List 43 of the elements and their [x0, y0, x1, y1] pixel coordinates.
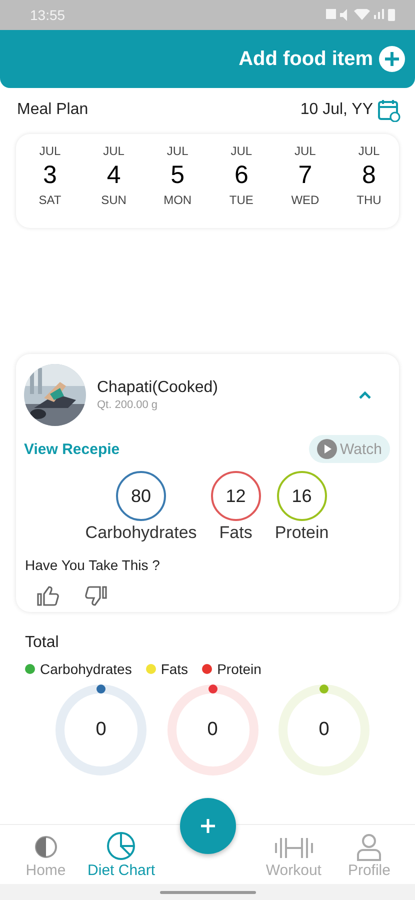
wifi-icon	[354, 9, 370, 20]
date-item[interactable]: JUL 8 THU	[344, 144, 393, 218]
view-recipe-link[interactable]: View Recepie	[24, 440, 120, 458]
section-title: Meal Plan	[17, 101, 88, 119]
nav-tab[interactable]: Workout	[256, 825, 332, 885]
date-item[interactable]: JUL 6 TUE	[217, 144, 266, 218]
date-item[interactable]: JUL 4 SUN	[90, 144, 138, 218]
user-icon	[355, 832, 384, 862]
battery-icon	[388, 9, 395, 21]
date-item[interactable]: JUL 7 WED	[281, 144, 330, 218]
macro-value: 80	[116, 471, 166, 521]
mute-icon	[340, 9, 350, 21]
date-item[interactable]: JUL 3 SAT	[26, 144, 74, 218]
play-icon	[317, 439, 338, 459]
macro-value: 12	[210, 471, 261, 521]
ring-value: 0	[318, 718, 330, 742]
legend-label: Carbohydrates	[40, 661, 132, 677]
food-name: Chapati(Cooked)	[97, 379, 219, 397]
total-title: Total	[25, 634, 60, 652]
macro-label: Fats	[219, 523, 252, 543]
nav-tab[interactable]: Home	[8, 825, 84, 885]
signal-icon	[374, 9, 384, 19]
plus-icon	[379, 46, 405, 72]
nav-tab[interactable]: Diet Chart	[84, 825, 160, 885]
macro-label: Carbohydrates	[85, 523, 197, 543]
question-text: Have You Take This ?	[25, 557, 161, 573]
food-quantity: Qt. 200.00 g	[97, 399, 159, 411]
legend-label: Protein	[217, 661, 262, 677]
add-food-button[interactable]: Add food item	[238, 46, 405, 72]
plus-icon	[199, 817, 217, 835]
pie-chart-icon	[105, 830, 138, 862]
macro-label: Protein	[274, 523, 329, 543]
nav-tab[interactable]: Profile	[331, 825, 407, 885]
add-button[interactable]	[180, 798, 236, 854]
calendar-icon[interactable]	[377, 98, 401, 122]
legend-label: Fats	[160, 661, 188, 677]
macro-value: 16	[276, 471, 327, 521]
ring-value: 0	[206, 718, 219, 742]
date-item[interactable]: JUL 5 MON	[154, 144, 202, 218]
chevron-icon	[358, 390, 372, 400]
ring-value: 0	[94, 718, 108, 742]
selected-date: 10 Jul, YY	[300, 101, 373, 119]
watch-button[interactable]: Watch	[309, 435, 390, 463]
